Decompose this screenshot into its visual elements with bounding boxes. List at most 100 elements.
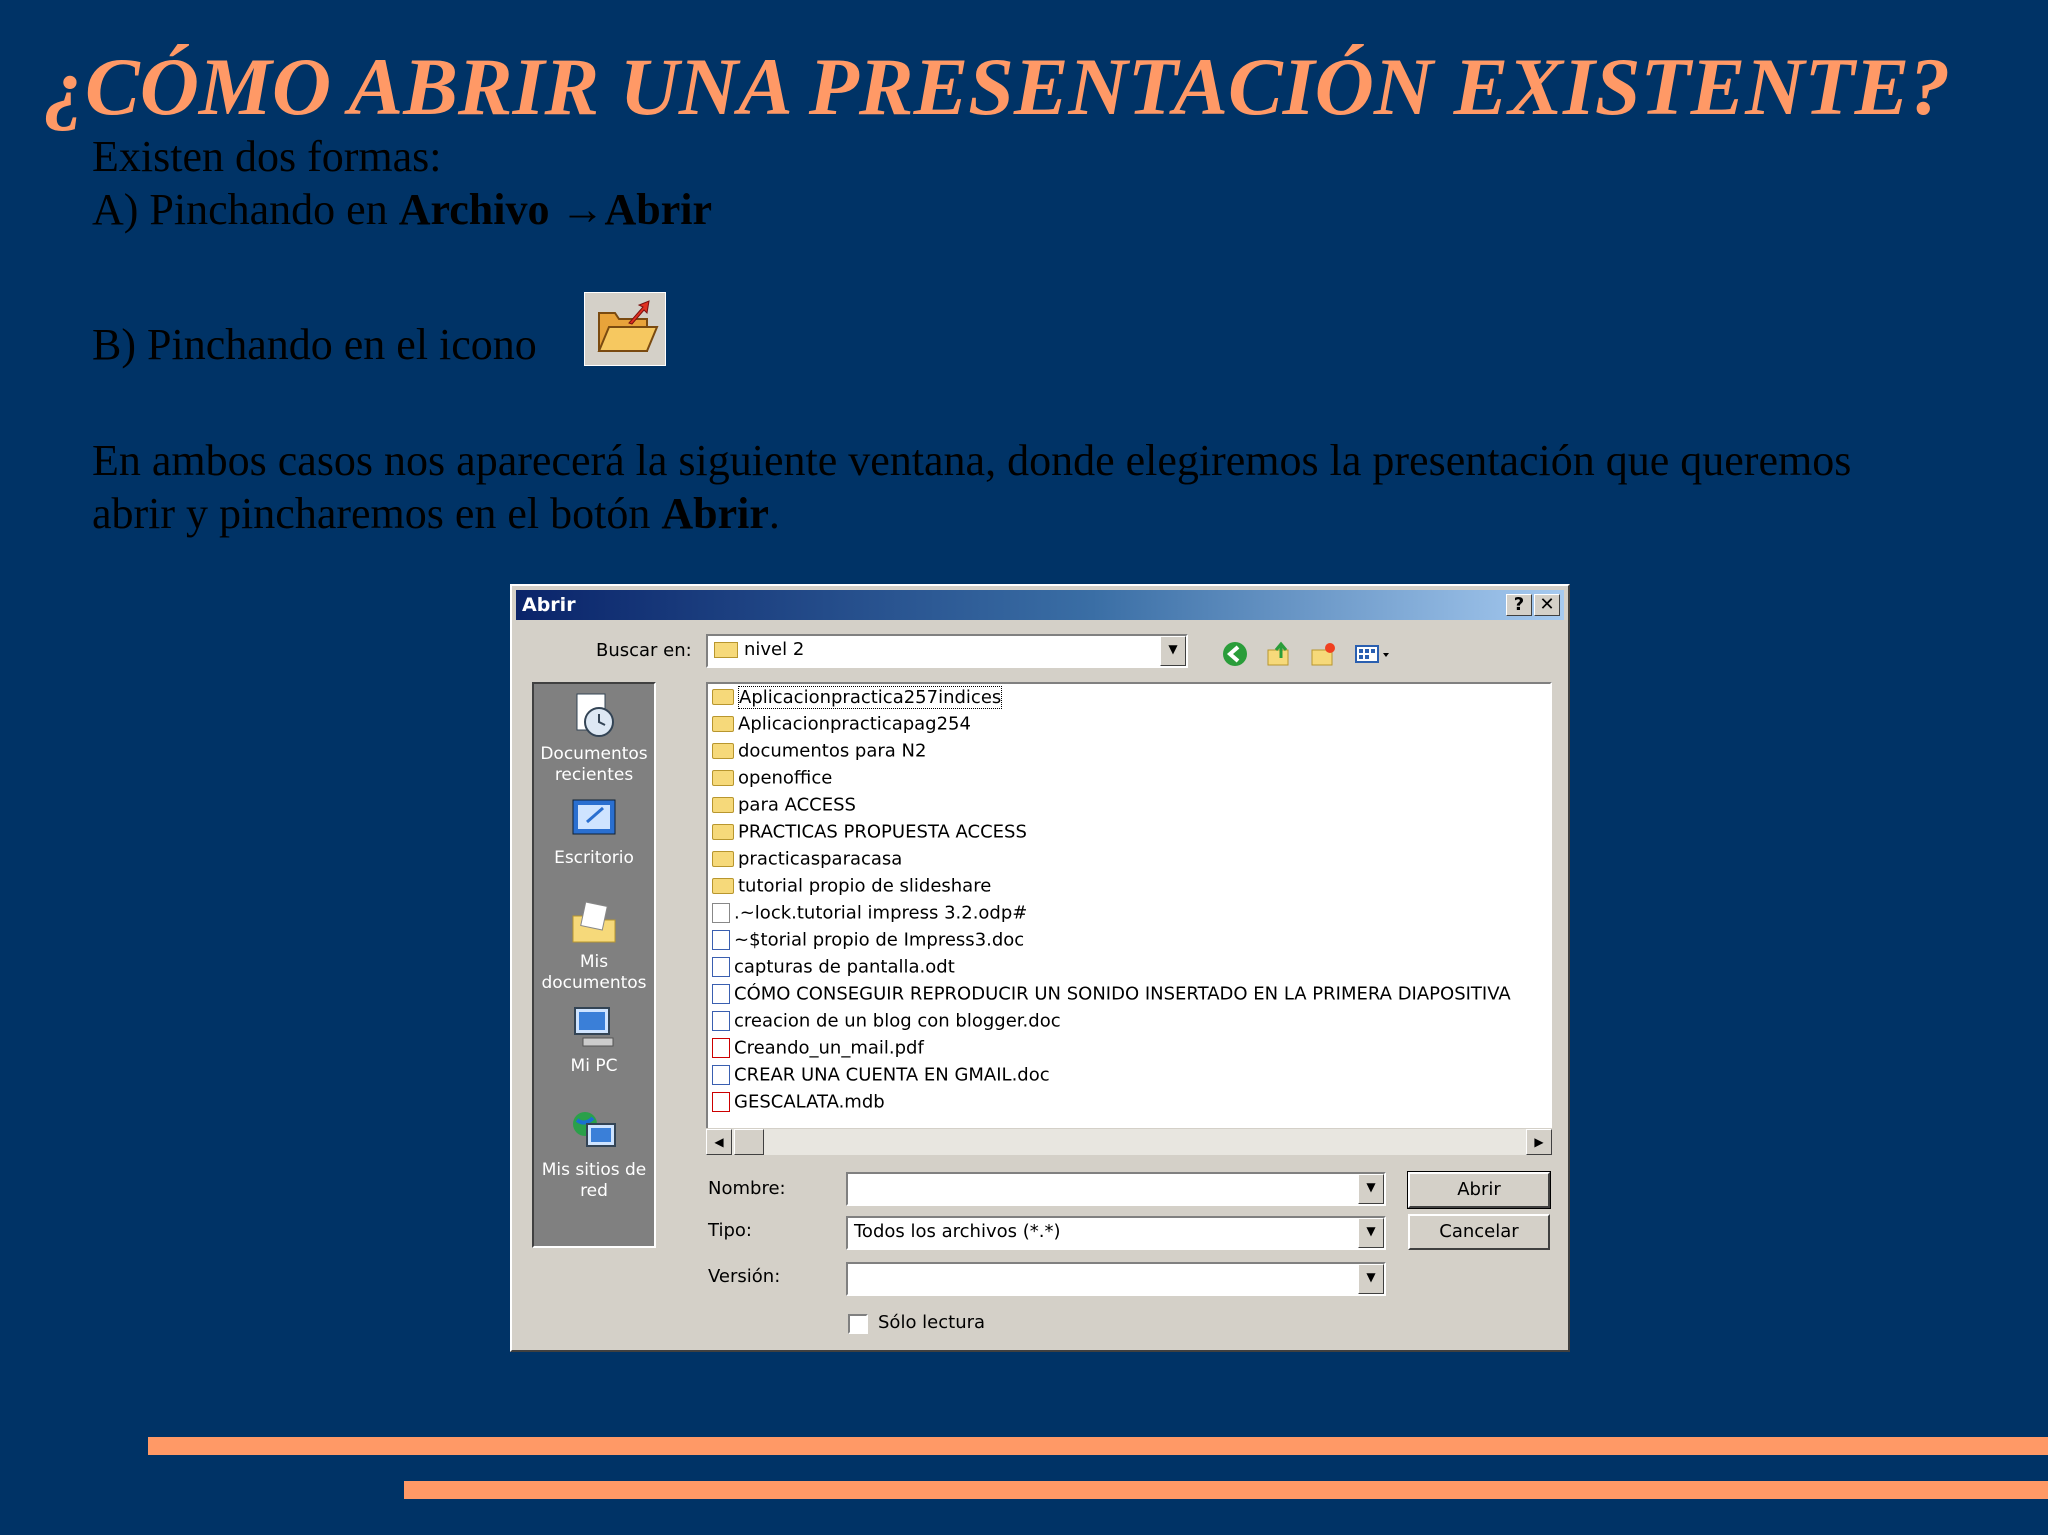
pdf-icon	[712, 1038, 730, 1058]
folder-icon	[712, 824, 734, 840]
list-item[interactable]: documentos para N2	[712, 740, 926, 766]
close-button[interactable]: ✕	[1534, 594, 1560, 616]
readonly-label: Sólo lectura	[878, 1312, 986, 1333]
list-item[interactable]: para ACCESS	[712, 794, 856, 820]
lookin-value-text: nivel 2	[744, 639, 805, 660]
method-a-prefix: A) Pinchando en	[92, 185, 399, 234]
explanation-line-2: abrir y pincharemos en el botón Abrir.	[92, 487, 780, 540]
method-a-menu-path: Archivo →Abrir	[398, 185, 712, 234]
desktop-icon	[572, 799, 616, 835]
new-folder-icon[interactable]	[1308, 640, 1338, 668]
method-a-line: A) Pinchando en Archivo →Abrir	[92, 183, 712, 236]
database-file-icon	[712, 1092, 730, 1112]
file-name: CÓMO CONSEGUIR REPRODUCIR UN SONIDO INSE…	[734, 983, 1511, 1005]
file-name: ~$torial propio de Impress3.doc	[734, 929, 1025, 951]
decorative-bar-top	[148, 1437, 2048, 1455]
my-computer-icon	[574, 1007, 614, 1047]
file-list[interactable]: Aplicacionpractica257indices Aplicacionp…	[706, 682, 1552, 1154]
readonly-checkbox[interactable]	[848, 1314, 868, 1334]
version-label: Versión:	[708, 1266, 781, 1287]
open-folder-icon	[584, 292, 666, 366]
place-label: Documentos recientes	[540, 744, 648, 785]
list-item[interactable]: Aplicacionpracticapag254	[712, 713, 971, 739]
scroll-left-icon[interactable]: ◀	[706, 1129, 732, 1155]
place-my-computer[interactable]: Mi PC	[534, 1002, 654, 1077]
place-network[interactable]: Mis sitios de red	[534, 1106, 654, 1202]
file-name: Creando_un_mail.pdf	[734, 1037, 924, 1059]
list-item[interactable]: practicasparacasa	[712, 848, 902, 874]
tipo-label: Tipo:	[708, 1220, 752, 1241]
place-label: Escritorio	[554, 848, 634, 868]
list-item[interactable]: PRACTICAS PROPUESTA ACCESS	[712, 821, 1027, 847]
list-item[interactable]: GESCALATA.mdb	[712, 1091, 885, 1117]
network-places-icon	[573, 1112, 616, 1147]
tipo-select[interactable]: Todos los archivos (*.*) ▼	[846, 1216, 1386, 1250]
explanation-prefix: abrir y pincharemos en el botón	[92, 489, 662, 538]
file-name: para ACCESS	[738, 794, 856, 816]
nombre-field[interactable]: ▼	[846, 1172, 1386, 1206]
help-button[interactable]: ?	[1506, 594, 1532, 616]
list-item[interactable]: CREAR UNA CUENTA EN GMAIL.doc	[712, 1064, 1050, 1090]
file-name: openoffice	[738, 767, 833, 789]
nombre-dropdown-arrow[interactable]: ▼	[1358, 1174, 1384, 1204]
file-name: creacion de un blog con blogger.doc	[734, 1010, 1061, 1032]
place-label: Mi PC	[570, 1056, 618, 1076]
list-item[interactable]: tutorial propio de slideshare	[712, 875, 991, 901]
decorative-bar-bottom	[404, 1481, 2048, 1499]
lookin-combo[interactable]: nivel 2 ▼	[706, 634, 1188, 668]
folder-icon	[712, 743, 734, 759]
file-name: .~lock.tutorial impress 3.2.odp#	[734, 902, 1028, 924]
my-documents-icon	[572, 901, 616, 943]
list-item[interactable]: Creando_un_mail.pdf	[712, 1037, 924, 1063]
list-item[interactable]: CÓMO CONSEGUIR REPRODUCIR UN SONIDO INSE…	[712, 983, 1511, 1009]
tipo-value: Todos los archivos (*.*)	[854, 1221, 1061, 1242]
list-item[interactable]: ~$torial propio de Impress3.doc	[712, 929, 1024, 955]
version-dropdown-arrow[interactable]: ▼	[1358, 1264, 1384, 1294]
word-document-icon	[712, 1065, 730, 1085]
up-folder-icon[interactable]	[1264, 640, 1294, 668]
place-recent-documents[interactable]: Documentos recientes	[534, 690, 654, 786]
list-item[interactable]: Aplicacionpractica257indices	[712, 685, 1003, 712]
version-select[interactable]: ▼	[846, 1262, 1386, 1296]
word-document-icon	[712, 1011, 730, 1031]
list-item[interactable]: openoffice	[712, 767, 832, 793]
slide-title: ¿CÓMO ABRIR UNA PRESENTACIÓN EXISTENTE?	[44, 41, 1951, 132]
places-bar: Documentos recientes Escritorio Mis docu…	[532, 682, 656, 1248]
file-name: GESCALATA.mdb	[734, 1091, 885, 1113]
dialog-titlebar[interactable]: Abrir ? ✕	[516, 590, 1564, 620]
list-item[interactable]: creacion de un blog con blogger.doc	[712, 1010, 1061, 1036]
folder-icon	[712, 716, 734, 732]
folder-icon	[712, 770, 734, 786]
open-dialog: Abrir ? ✕ Buscar en: nivel 2 ▼ Documento…	[510, 584, 1570, 1352]
list-item[interactable]: .~lock.tutorial impress 3.2.odp#	[712, 902, 1027, 928]
scroll-right-icon[interactable]: ▶	[1526, 1129, 1552, 1155]
place-desktop[interactable]: Escritorio	[534, 794, 654, 869]
file-name: practicasparacasa	[738, 848, 903, 870]
folder-icon	[712, 878, 734, 894]
cancel-button[interactable]: Cancelar	[1408, 1214, 1550, 1250]
horizontal-scrollbar[interactable]: ◀ ▶	[706, 1128, 1552, 1155]
recent-documents-icon	[576, 693, 614, 737]
lookin-label: Buscar en:	[596, 640, 692, 661]
explanation-open-word: Abrir	[661, 489, 769, 538]
intro-line: Existen dos formas:	[92, 132, 442, 181]
folder-icon	[714, 642, 738, 658]
place-my-documents[interactable]: Mis documentos	[534, 898, 654, 994]
file-name: documentos para N2	[738, 740, 927, 762]
tipo-dropdown-arrow[interactable]: ▼	[1358, 1218, 1384, 1248]
back-icon[interactable]	[1220, 640, 1250, 668]
explanation-line-1: En ambos casos nos aparecerá la siguient…	[92, 436, 1852, 485]
place-label: Mis documentos	[541, 952, 647, 993]
lookin-dropdown-arrow[interactable]: ▼	[1160, 636, 1186, 666]
folder-icon	[712, 797, 734, 813]
lookin-value: nivel 2	[714, 639, 804, 660]
file-name: capturas de pantalla.odt	[734, 956, 955, 978]
method-b-line: B) Pinchando en el icono	[92, 320, 537, 369]
file-name: CREAR UNA CUENTA EN GMAIL.doc	[734, 1064, 1050, 1086]
open-button[interactable]: Abrir	[1407, 1171, 1551, 1209]
view-menu-icon[interactable]	[1354, 640, 1394, 668]
word-document-icon	[712, 984, 730, 1004]
list-item[interactable]: capturas de pantalla.odt	[712, 956, 955, 982]
scroll-thumb[interactable]	[734, 1129, 764, 1155]
file-name: Aplicacionpracticapag254	[738, 713, 971, 735]
